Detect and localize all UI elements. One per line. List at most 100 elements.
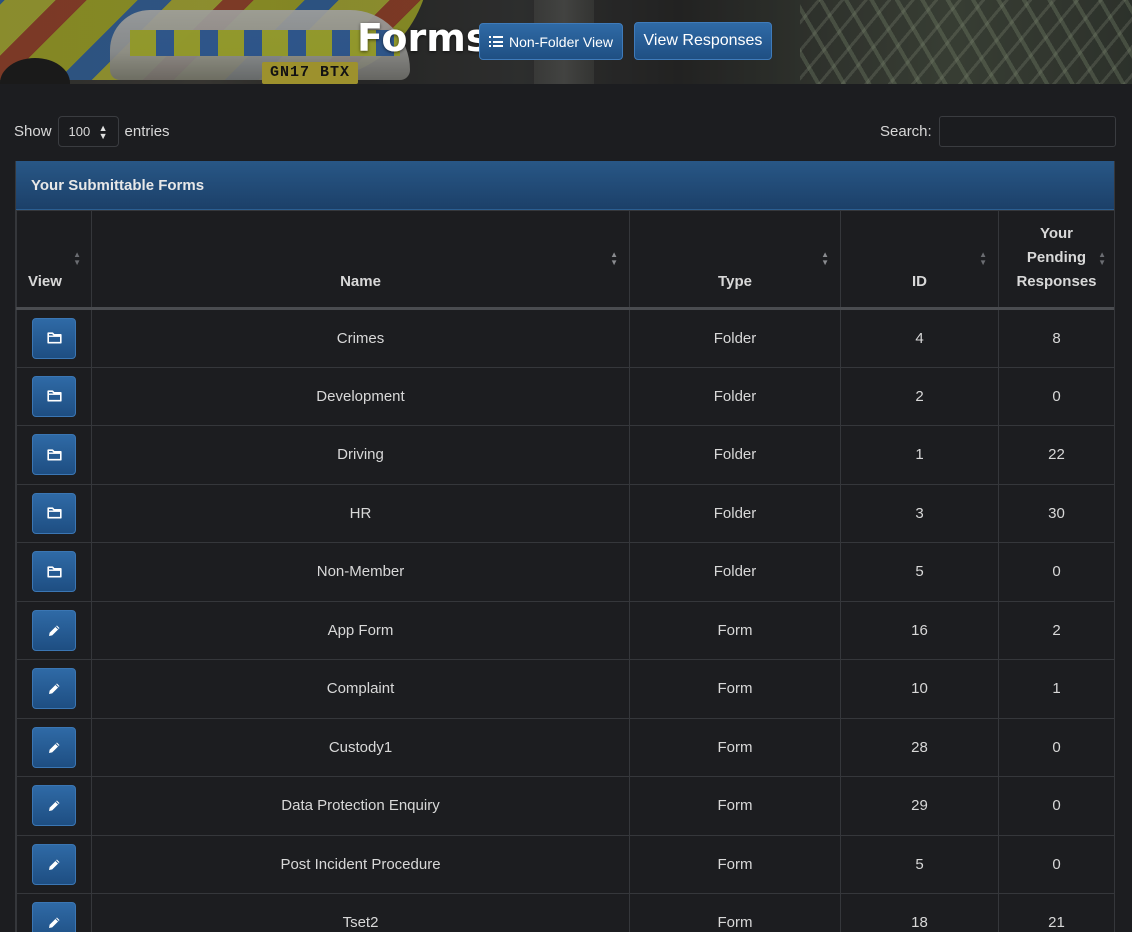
pending-label-line-3: Responses [1016,273,1097,290]
name-cell: Development [91,366,630,426]
non-folder-view-button[interactable]: Non-Folder View [479,23,623,60]
column-header-name[interactable]: Name ▲ ▼ [91,210,630,310]
name-cell: Data Protection Enquiry [91,776,630,836]
sort-icon: ▲ ▼ [610,250,618,267]
open-folder-button[interactable]: folder-icon [32,434,76,476]
name-cell: Complaint [91,659,630,719]
open-form-button[interactable]: pencil-icon [32,843,76,885]
view-cell: pencil-icon [16,717,92,777]
column-header-id[interactable]: ID ▲ ▼ [840,210,999,310]
table-row: folder-icon Non-MemberFolder50 [16,542,1114,602]
table-row: folder-icon HRFolder330 [16,483,1114,543]
pending-cell: 21 [998,893,1114,932]
folder-icon-glyph [46,566,62,578]
pencil-icon-glyph [48,858,61,871]
view-cell: pencil-icon [16,600,92,660]
pencil-icon-glyph [48,682,61,695]
search-control: Search: [880,116,1116,147]
open-form-button[interactable]: pencil-icon [32,785,76,827]
type-cell: Folder [629,366,841,426]
name-cell: App Form [91,600,630,660]
type-cell: Form [629,659,841,719]
table-row: folder-icon CrimesFolder48 [16,308,1114,368]
view-cell: folder-icon [16,483,92,543]
search-input[interactable] [938,116,1116,147]
type-cell: Form [629,717,841,777]
column-header-name-label: Name [340,273,381,290]
view-cell: pencil-icon [16,776,92,836]
type-cell: Form [629,600,841,660]
pending-cell: 0 [998,717,1114,777]
id-cell: 3 [840,483,999,543]
view-cell: pencil-icon [16,893,92,932]
id-cell: 5 [840,542,999,602]
type-cell: Folder [629,542,841,602]
pending-cell: 0 [998,834,1114,894]
type-cell: Form [629,834,841,894]
column-header-pending[interactable]: Your Pending Responses ▲ ▼ [998,210,1114,310]
view-cell: folder-icon [16,425,92,485]
forms-table: View ▲ ▼ Name ▲ ▼ Type ▲ ▼ ID ▲ ▼ Your P… [16,210,1114,932]
entries-label: entries [124,123,170,140]
panel-title: Your Submittable Forms [16,161,1114,210]
pencil-icon-glyph [48,741,61,754]
type-cell: Folder [629,425,841,485]
entries-select-value: 100 [68,124,91,139]
table-row: folder-icon DevelopmentFolder20 [16,366,1114,426]
open-form-button[interactable]: pencil-icon [32,726,76,768]
pending-cell: 2 [998,600,1114,660]
table-header-row: View ▲ ▼ Name ▲ ▼ Type ▲ ▼ ID ▲ ▼ Your P… [16,210,1114,310]
name-cell: Driving [91,425,630,485]
view-cell: pencil-icon [16,659,92,719]
folder-icon-glyph [46,449,62,461]
id-cell: 28 [840,717,999,777]
column-header-id-label: ID [912,273,927,290]
table-row: folder-icon DrivingFolder122 [16,425,1114,485]
id-cell: 16 [840,600,999,660]
type-cell: Folder [629,308,841,368]
open-form-button[interactable]: pencil-icon [32,902,76,932]
entries-select[interactable]: 100 ▲ ▼ [57,116,119,147]
forms-panel: Your Submittable Forms View ▲ ▼ Name ▲ ▼ T… [15,161,1115,932]
open-folder-button[interactable]: folder-icon [32,317,76,359]
pencil-icon-glyph [48,624,61,637]
folder-icon-glyph [46,390,62,402]
sort-icon: ▲ ▼ [979,250,987,267]
table-row: pencil-icon App FormForm162 [16,600,1114,660]
open-form-button[interactable]: pencil-icon [32,668,76,710]
pending-cell: 8 [998,308,1114,368]
select-arrows-icon: ▲ ▼ [98,122,108,141]
pending-cell: 0 [998,776,1114,836]
view-responses-button[interactable]: View Responses [634,22,772,60]
column-header-type[interactable]: Type ▲ ▼ [629,210,841,310]
pencil-icon-glyph [48,799,61,812]
list-icon [488,36,503,47]
pending-cell: 0 [998,542,1114,602]
view-cell: folder-icon [16,366,92,426]
id-cell: 18 [840,893,999,932]
id-cell: 1 [840,425,999,485]
name-cell: Non-Member [91,542,630,602]
pending-label-line-2: Pending [1026,249,1087,266]
open-form-button[interactable]: pencil-icon [32,609,76,651]
open-folder-button[interactable]: folder-icon [32,492,76,534]
folder-icon-glyph [46,332,62,344]
non-folder-view-label: Non-Folder View [508,33,613,50]
name-cell: Post Incident Procedure [91,834,630,894]
type-cell: Form [629,776,841,836]
pending-cell: 1 [998,659,1114,719]
entries-length-control: Show 100 ▲ ▼ entries [14,116,170,147]
table-row: pencil-icon Data Protection EnquiryForm29… [16,776,1114,836]
type-cell: Folder [629,483,841,543]
open-folder-button[interactable]: folder-icon [32,375,76,417]
pending-label-line-1: Your [1039,225,1074,242]
sort-icon: ▲ ▼ [821,250,829,267]
open-folder-button[interactable]: folder-icon [32,551,76,593]
sort-icon: ▲ ▼ [73,250,81,267]
id-cell: 5 [840,834,999,894]
view-cell: pencil-icon [16,834,92,894]
column-header-view[interactable]: View ▲ ▼ [16,210,92,310]
pending-cell: 0 [998,366,1114,426]
sort-icon: ▲ ▼ [1098,250,1106,267]
name-cell: Crimes [91,308,630,368]
